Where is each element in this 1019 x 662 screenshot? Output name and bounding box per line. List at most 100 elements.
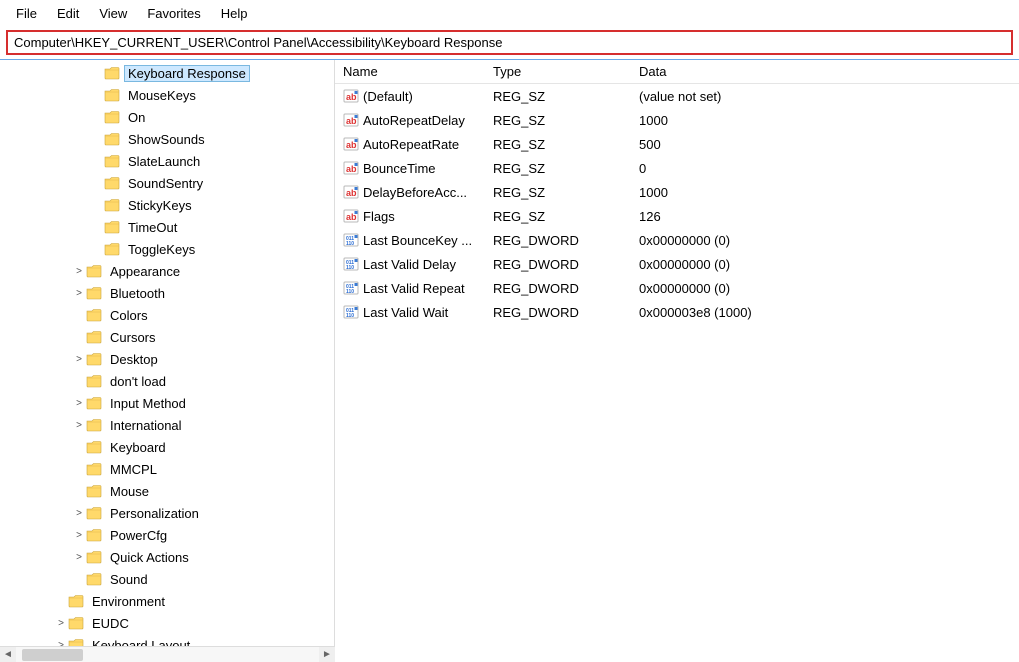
folder-icon [86, 286, 102, 300]
value-name: AutoRepeatDelay [363, 113, 465, 128]
tree-item-label: SoundSentry [124, 176, 207, 191]
tree-item[interactable]: MMCPL [0, 458, 334, 480]
reg-dword-icon: 011110 [343, 256, 359, 272]
tree-item[interactable]: Keyboard Response [0, 62, 334, 84]
tree-item[interactable]: >PowerCfg [0, 524, 334, 546]
value-type: REG_DWORD [485, 255, 631, 274]
menu-file[interactable]: File [8, 4, 45, 23]
tree-item[interactable]: MouseKeys [0, 84, 334, 106]
tree-item[interactable]: TimeOut [0, 216, 334, 238]
tree-item[interactable]: >International [0, 414, 334, 436]
value-type: REG_SZ [485, 135, 631, 154]
folder-icon [104, 154, 120, 168]
folder-icon [104, 66, 120, 80]
tree-item[interactable]: Colors [0, 304, 334, 326]
value-name: Last Valid Delay [363, 257, 456, 272]
scroll-track[interactable] [16, 647, 319, 662]
tree-item[interactable]: >Quick Actions [0, 546, 334, 568]
tree-item[interactable]: Sound [0, 568, 334, 590]
menu-view[interactable]: View [91, 4, 135, 23]
reg-dword-icon: 011110 [343, 232, 359, 248]
menu-bar: File Edit View Favorites Help [0, 0, 1019, 28]
value-name: BounceTime [363, 161, 436, 176]
value-row[interactable]: 011110Last Valid RepeatREG_DWORD0x000000… [335, 276, 1019, 300]
tree-item-label: Desktop [106, 352, 162, 367]
tree-pane[interactable]: Keyboard Response MouseKeysOnShowSoundsSl… [0, 60, 335, 662]
main-split: Keyboard Response MouseKeysOnShowSoundsSl… [0, 60, 1019, 662]
reg-sz-icon: ab [343, 160, 359, 176]
tree-item[interactable]: >Personalization [0, 502, 334, 524]
tree-item-label: TimeOut [124, 220, 181, 235]
tree-item[interactable]: Keyboard [0, 436, 334, 458]
tree-item[interactable]: > Input Method [0, 392, 334, 414]
tree-item-label: Environment [88, 594, 169, 609]
menu-edit[interactable]: Edit [49, 4, 87, 23]
expander-icon[interactable]: > [72, 530, 86, 541]
registry-tree: Keyboard Response MouseKeysOnShowSoundsSl… [0, 60, 334, 658]
menu-help[interactable]: Help [213, 4, 256, 23]
tree-item-label: don't load [106, 374, 170, 389]
values-header: Name Type Data [335, 60, 1019, 84]
values-pane[interactable]: Name Type Data ab(Default)REG_SZ(value n… [335, 60, 1019, 662]
expander-icon[interactable]: > [72, 508, 86, 519]
address-bar[interactable] [12, 34, 1007, 51]
tree-item[interactable]: ShowSounds [0, 128, 334, 150]
expander-icon[interactable]: > [72, 288, 86, 299]
folder-icon [86, 506, 102, 520]
value-name: Flags [363, 209, 395, 224]
value-row[interactable]: abBounceTimeREG_SZ0 [335, 156, 1019, 180]
expander-icon[interactable]: > [72, 552, 86, 563]
value-data: (value not set) [631, 87, 1019, 106]
tree-item[interactable]: Mouse [0, 480, 334, 502]
tree-item[interactable]: don't load [0, 370, 334, 392]
tree-item[interactable]: On [0, 106, 334, 128]
svg-text:110: 110 [346, 289, 354, 295]
value-data: 0x00000000 (0) [631, 279, 1019, 298]
expander-icon[interactable]: > [72, 266, 86, 277]
tree-item-label: Cursors [106, 330, 160, 345]
scroll-right-icon[interactable]: ► [319, 647, 335, 662]
col-header-name[interactable]: Name [335, 60, 485, 83]
tree-item[interactable]: ToggleKeys [0, 238, 334, 260]
tree-item-label: Input Method [106, 396, 190, 411]
svg-text:110: 110 [346, 241, 354, 247]
value-row[interactable]: abAutoRepeatRateREG_SZ500 [335, 132, 1019, 156]
tree-item-label: Colors [106, 308, 152, 323]
tree-item[interactable]: Environment [0, 590, 334, 612]
value-row[interactable]: 011110Last Valid DelayREG_DWORD0x0000000… [335, 252, 1019, 276]
tree-item[interactable]: SoundSentry [0, 172, 334, 194]
value-row[interactable]: 011110Last Valid WaitREG_DWORD0x000003e8… [335, 300, 1019, 324]
tree-item[interactable]: SlateLaunch [0, 150, 334, 172]
tree-item[interactable]: StickyKeys [0, 194, 334, 216]
value-data: 500 [631, 135, 1019, 154]
value-row[interactable]: abFlagsREG_SZ126 [335, 204, 1019, 228]
folder-icon [86, 264, 102, 278]
menu-favorites[interactable]: Favorites [139, 4, 208, 23]
reg-sz-icon: ab [343, 184, 359, 200]
col-header-data[interactable]: Data [631, 60, 1019, 83]
value-row[interactable]: 011110Last BounceKey ...REG_DWORD0x00000… [335, 228, 1019, 252]
tree-item[interactable]: >Appearance [0, 260, 334, 282]
expander-icon[interactable]: > [72, 398, 86, 409]
value-name: DelayBeforeAcc... [363, 185, 467, 200]
value-row[interactable]: abDelayBeforeAcc...REG_SZ1000 [335, 180, 1019, 204]
value-type: REG_SZ [485, 87, 631, 106]
tree-item[interactable]: > Desktop [0, 348, 334, 370]
value-type: REG_DWORD [485, 303, 631, 322]
value-row[interactable]: ab(Default)REG_SZ(value not set) [335, 84, 1019, 108]
tree-item-label: Keyboard Response [124, 65, 250, 82]
value-name: (Default) [363, 89, 413, 104]
tree-item[interactable]: >EUDC [0, 612, 334, 634]
tree-item[interactable]: Cursors [0, 326, 334, 348]
expander-icon[interactable]: > [72, 420, 86, 431]
expander-icon[interactable]: > [72, 354, 86, 365]
folder-icon [86, 550, 102, 564]
folder-icon [104, 220, 120, 234]
value-row[interactable]: abAutoRepeatDelayREG_SZ1000 [335, 108, 1019, 132]
scroll-left-icon[interactable]: ◄ [0, 647, 16, 662]
col-header-type[interactable]: Type [485, 60, 631, 83]
scroll-thumb[interactable] [22, 649, 83, 661]
tree-horizontal-scrollbar[interactable]: ◄ ► [0, 646, 335, 662]
expander-icon[interactable]: > [54, 618, 68, 629]
tree-item[interactable]: >Bluetooth [0, 282, 334, 304]
